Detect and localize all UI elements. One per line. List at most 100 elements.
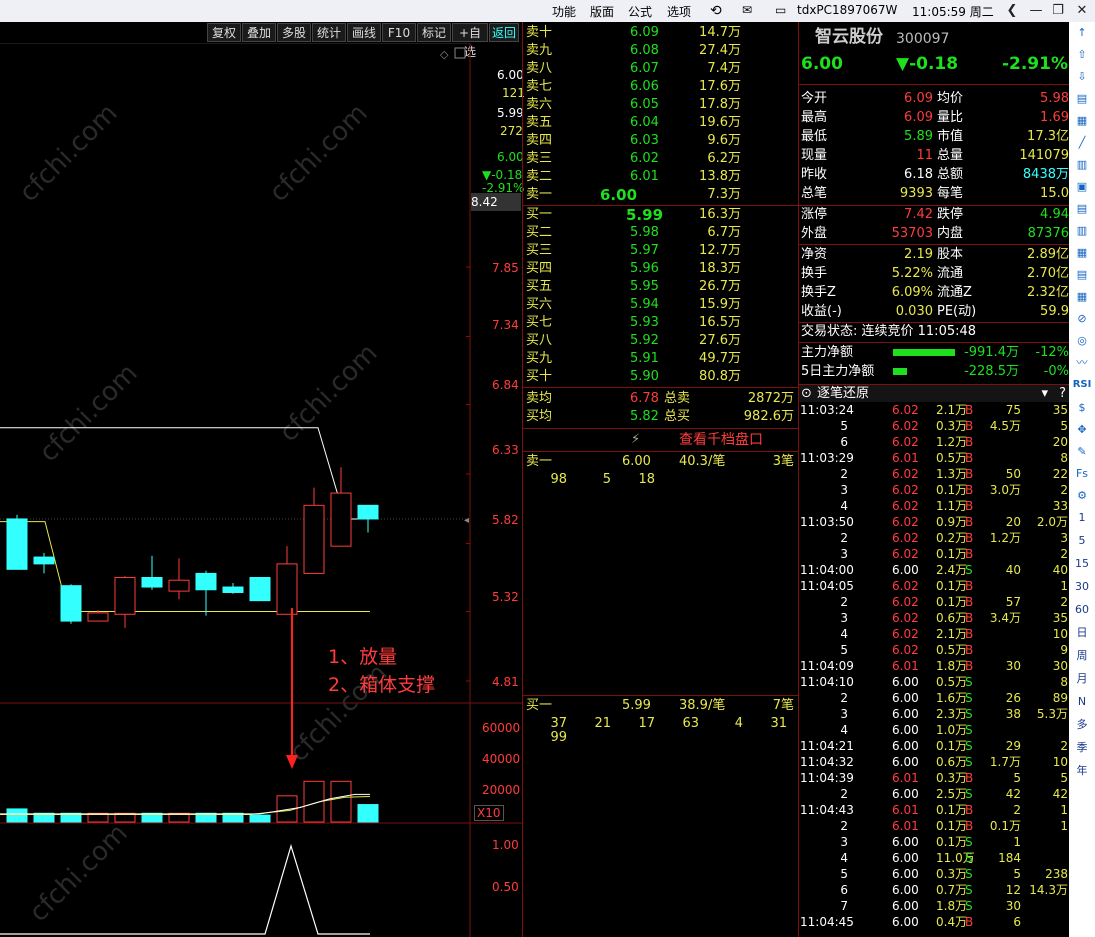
tool-icon[interactable]: ↑ <box>1072 24 1092 42</box>
menu-layout[interactable]: 版面 <box>590 3 614 20</box>
period-button[interactable]: 5 <box>1072 532 1092 550</box>
tool-icon[interactable]: ◎ <box>1072 332 1092 350</box>
sell-level-row[interactable]: 卖九 6.08 27.4万 <box>526 42 796 60</box>
tool-icon[interactable]: ▣ <box>1072 178 1092 196</box>
period-button[interactable]: N <box>1072 693 1092 711</box>
tick-count: 26 <box>1005 691 1021 705</box>
monitor-icon[interactable]: ▭ <box>775 3 786 17</box>
restore-icon[interactable]: ❐ <box>1046 0 1070 22</box>
rsi-button[interactable]: RSI <box>1072 376 1092 394</box>
refresh-icon[interactable]: ⟲ <box>710 3 722 19</box>
buy-level-row[interactable]: 买七 5.93 16.5万 <box>526 314 796 332</box>
period-button[interactable]: 60 <box>1072 601 1092 619</box>
tool-icon[interactable]: ⊘ <box>1072 310 1092 328</box>
period-button[interactable]: 多 <box>1072 716 1092 734</box>
period-button[interactable]: 30 <box>1072 578 1092 596</box>
period-button[interactable]: 日 <box>1072 624 1092 642</box>
tool-icon[interactable]: ▤ <box>1072 90 1092 108</box>
btn-add-favorite[interactable]: +自选 <box>452 23 488 59</box>
tool-icon[interactable]: ✎ <box>1072 443 1092 461</box>
filter-icon[interactable]: ▾ <box>1041 385 1048 403</box>
tick-orders: 2.0万 <box>1036 515 1068 529</box>
tool-icon[interactable]: ▦ <box>1072 112 1092 130</box>
sell-level-row[interactable]: 卖五 6.04 19.6万 <box>526 114 796 132</box>
candle-body <box>303 504 325 574</box>
sell-level-row[interactable]: 卖八 6.07 7.4万 <box>526 60 796 78</box>
back-icon[interactable]: ❮ <box>1000 0 1024 22</box>
kline-chart[interactable]: ◇ cfchi.com cfchi.com cfchi.com cfchi.com cfc… <box>0 43 522 937</box>
mail-icon[interactable]: ✉ <box>742 3 752 17</box>
buy-level-label: 买六 <box>526 297 553 312</box>
sell-level-row[interactable]: 卖二 6.01 13.8万 <box>526 168 796 186</box>
quote-value: 2.89亿 <box>1027 247 1069 262</box>
tick-price: 6.00 <box>892 707 919 721</box>
period-button[interactable]: 季 <box>1072 739 1092 757</box>
buy-level-row[interactable]: 买五 5.95 26.7万 <box>526 278 796 296</box>
tick-volume: 0.1万 <box>936 579 968 593</box>
btn-overlay[interactable]: 叠加 <box>242 23 276 42</box>
tool-icon[interactable]: $ <box>1072 399 1092 417</box>
tool-icon[interactable]: ⚙ <box>1072 487 1092 505</box>
btn-multi[interactable]: 多股 <box>277 23 311 42</box>
btn-mark[interactable]: 标记 <box>417 23 451 42</box>
period-button[interactable]: 15 <box>1072 555 1092 573</box>
sell-level-row[interactable]: 卖十 6.09 14.7万 <box>526 24 796 42</box>
close-icon[interactable]: ✕ <box>1070 0 1094 22</box>
tool-icon[interactable]: Fs <box>1072 465 1092 483</box>
minimize-icon[interactable]: — <box>1024 0 1048 22</box>
menu-options[interactable]: 选项 <box>667 3 691 20</box>
menu-function[interactable]: 功能 <box>552 3 576 20</box>
tool-icon[interactable]: ▥ <box>1072 222 1092 240</box>
buy-level-volume: 27.6万 <box>699 333 741 348</box>
menu-formula[interactable]: 公式 <box>628 3 652 20</box>
buy-level-row[interactable]: 买一 5.99 16.3万 <box>526 206 796 224</box>
sell-level-row[interactable]: 卖一 6.00 7.3万 <box>526 186 796 204</box>
btn-f10[interactable]: F10 <box>382 23 416 42</box>
tick-volume: 0.3万 <box>936 771 968 785</box>
buy-level-row[interactable]: 买三 5.97 12.7万 <box>526 242 796 260</box>
buy-level-row[interactable]: 买四 5.96 18.3万 <box>526 260 796 278</box>
collapse-icon[interactable]: ⊙ <box>801 385 812 403</box>
tool-icon[interactable]: 〰 <box>1072 354 1092 372</box>
sell-level-row[interactable]: 卖三 6.02 6.2万 <box>526 150 796 168</box>
buy-level-row[interactable]: 买六 5.94 15.9万 <box>526 296 796 314</box>
tool-icon[interactable]: ╱ <box>1072 134 1092 152</box>
sell-level-row[interactable]: 卖六 6.05 17.8万 <box>526 96 796 114</box>
tool-icon[interactable]: ▦ <box>1072 288 1092 306</box>
period-button[interactable]: 月 <box>1072 670 1092 688</box>
tool-icon[interactable]: ▦ <box>1072 244 1092 262</box>
sell-level-row[interactable]: 卖七 6.06 17.6万 <box>526 78 796 96</box>
btn-draw[interactable]: 画线 <box>347 23 381 42</box>
buy-level-row[interactable]: 买二 5.98 6.7万 <box>526 224 796 242</box>
ind-tick-2: 0.50 <box>492 880 519 894</box>
right-toolbar: ↑ ⇧ ⇩ ▤ ▦ ╱ ▥ ▣ ▤ ▥ ▦ ▤ ▦ ⊘ ◎ 〰 RSI $ ✥ ✎ Fs ⚙ 1 5 15 30 60 日周月 N 多季年 <box>1069 22 1095 937</box>
tool-icon[interactable]: ▤ <box>1072 200 1092 218</box>
period-button[interactable]: 周 <box>1072 647 1092 665</box>
tool-icon[interactable]: ⇧ <box>1072 46 1092 64</box>
sell-level-row[interactable]: 卖四 6.03 9.6万 <box>526 132 796 150</box>
quote-row: 现量 11 总量 141079 <box>801 147 1069 165</box>
buy-level-row[interactable]: 买十 5.90 80.8万 <box>526 368 796 386</box>
tool-icon[interactable]: ⇩ <box>1072 68 1092 86</box>
period-button[interactable]: 年 <box>1072 762 1092 780</box>
btn-stats[interactable]: 统计 <box>312 23 346 42</box>
tool-icon[interactable]: ▤ <box>1072 266 1092 284</box>
vol-unit: X10 <box>474 805 504 821</box>
buy-level-label: 买八 <box>526 333 553 348</box>
tick-orders: 8 <box>1060 451 1068 465</box>
tick-count: 30 <box>1005 899 1021 913</box>
tool-icon[interactable]: ▥ <box>1072 156 1092 174</box>
tick-count: 50 <box>1005 467 1021 481</box>
period-button[interactable]: 1 <box>1072 509 1092 527</box>
btn-fuquan[interactable]: 复权 <box>207 23 241 42</box>
btn-return[interactable]: 返回 <box>489 23 519 42</box>
buy-level-label: 买五 <box>526 279 553 294</box>
help-icon[interactable]: ? <box>1059 385 1066 403</box>
thousand-level-link[interactable]: ⚡ 查看千档盘口 <box>523 431 798 449</box>
buy-level-row[interactable]: 买八 5.92 27.6万 <box>526 332 796 350</box>
tick-time: 11:04:05 <box>800 579 854 593</box>
ticks-header[interactable]: ⊙ 逐笔还原 ▾? <box>799 384 1070 402</box>
tool-icon[interactable]: ✥ <box>1072 421 1092 439</box>
sell-level-price: 6.01 <box>630 169 659 184</box>
buy-level-row[interactable]: 买九 5.91 49.7万 <box>526 350 796 368</box>
